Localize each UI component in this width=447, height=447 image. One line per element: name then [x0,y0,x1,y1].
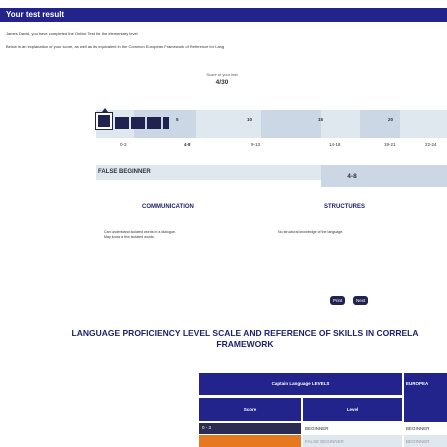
score-fill-bar [131,117,145,129]
scale-tick: 20 [388,117,394,122]
scale-tick: 15 [318,117,324,122]
result-title: Your test result [6,10,65,19]
structures-description: No structural knowledge of the language. [278,230,343,235]
score-value: 4/30 [215,79,229,86]
level-cell-highlight: FALSE BEGINNER [303,435,402,447]
score-pointer-icon [102,108,108,112]
explanation-text: Below is an explanation of your score, a… [6,44,225,49]
level-range-box: 4-8 [321,165,447,187]
levels-header: Captain Language LEVELS [199,373,402,395]
score-label: Score of your test [206,72,238,77]
scale-range-active: 4-8 [184,142,191,147]
level-cell-text: FALSE BEGINNER [305,439,344,444]
score-fill-bar [115,117,129,129]
european-cell-text: BEGINNER [406,439,430,444]
scale-range: 22-24 [425,142,437,147]
score-box: Score of your test 4/30 [191,72,253,86]
result-title-bar: Your test result [0,8,447,22]
scale-band-4 [261,110,321,138]
level-name: FALSE BEGINNER [98,169,151,175]
score-cell-highlight [199,435,301,447]
structures-heading: STRUCTURES [324,204,366,210]
european-header: EUROPEA [404,373,447,422]
european-cell-highlight: BEGINNER [404,435,447,447]
communication-text-2: May know a few isolated words. [104,235,155,239]
completion-message: James David, you have completed the Onli… [6,31,138,36]
score-column-header: Score [199,398,301,421]
next-button[interactable]: Next [353,296,369,305]
score-marker [95,112,113,130]
scale-band-6 [360,110,400,138]
structures-text: No structural knowledge of the language. [278,230,344,234]
score-fill-bar [163,117,169,129]
communication-description: Can understand isolated words in a dialo… [104,230,176,240]
european-cell: BEGINNER [406,426,430,431]
score-cell: 0 - 3 [199,423,301,434]
communication-heading: COMMUNICATION [142,204,194,210]
print-button[interactable]: Print [330,296,346,305]
level-range: 4-8 [347,173,357,180]
score-cell-text: 0 - 3 [202,425,212,430]
scale-range: 9-13 [251,142,261,147]
language-scale-title-line-1: LANGUAGE PROFICIENCY LEVEL SCALE AND REF… [71,328,419,338]
scale-tick: 5 [176,117,179,122]
scale-tick: 10 [247,117,253,122]
scale-range: 19-21 [384,142,396,147]
language-scale-title: LANGUAGE PROFICIENCY LEVEL SCALE AND REF… [5,328,447,350]
level-column-header: Level [303,398,402,421]
score-fill-bar [147,117,161,129]
scale-range: 14-18 [329,142,341,147]
language-scale-title-line-2: FRAMEWORK [216,339,274,349]
level-cell: BEGINNER [305,426,329,431]
scale-range: 0-3 [120,142,127,147]
